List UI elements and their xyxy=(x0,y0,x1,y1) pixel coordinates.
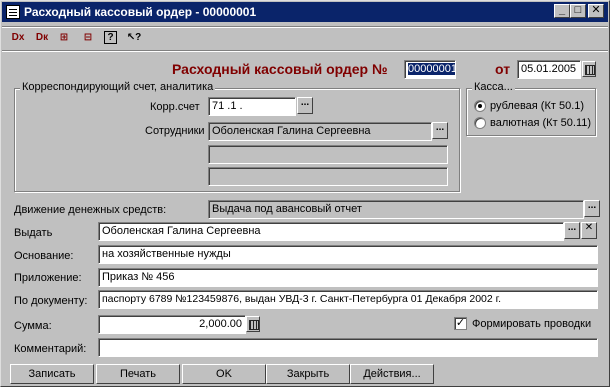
document-date-field[interactable]: 05.01.2005 xyxy=(517,60,581,79)
close-button[interactable]: Закрыть xyxy=(266,364,350,384)
document-number-value: 00000001 xyxy=(408,63,456,75)
issue-clear-button[interactable]: ✕ xyxy=(581,222,597,239)
kassa-group-title: Касса... xyxy=(472,81,515,93)
sum-field[interactable]: 2,000.00 xyxy=(98,315,246,334)
comment-label: Комментарий: xyxy=(14,343,87,355)
corr-account-field[interactable]: 71 .1 . xyxy=(208,97,296,116)
basis-field[interactable]: на хозяйственные нужды xyxy=(98,245,598,264)
calendar-icon[interactable] xyxy=(582,61,596,77)
postings-label[interactable]: Формировать проводки xyxy=(472,318,591,330)
employees-field[interactable]: Оболенская Галина Сергеевна xyxy=(208,122,432,141)
attachment-label: Приложение: xyxy=(14,272,82,284)
toolbar-bottom-separator xyxy=(2,50,608,52)
actions-button[interactable]: Действия... xyxy=(350,364,434,384)
kassa-ruble-radio[interactable] xyxy=(474,100,486,112)
kassa-currency-radio[interactable] xyxy=(474,117,486,129)
basis-label: Основание: xyxy=(14,250,74,262)
document-number-field[interactable]: 00000001 xyxy=(404,60,456,79)
whatsthis-icon[interactable]: ↖? xyxy=(124,30,144,46)
window-title: Расходный кассовый ордер - 00000001 xyxy=(24,5,257,19)
corr-group-title: Корреспондирующий счет, аналитика xyxy=(20,81,216,93)
close-window-button[interactable]: ✕ xyxy=(588,4,604,18)
help-icon[interactable]: ? xyxy=(104,31,117,44)
corr-account-select-button[interactable]: ... xyxy=(297,97,313,114)
dk-icon[interactable]: Dк xyxy=(34,30,50,46)
analytics-field-2[interactable] xyxy=(208,145,448,164)
issue-field[interactable]: Оболенская Галина Сергеевна xyxy=(98,222,564,241)
document-label: По документу: xyxy=(14,295,88,307)
struct-icon[interactable]: ⊞ xyxy=(56,30,72,46)
calculator-icon[interactable] xyxy=(246,316,260,332)
date-label: от xyxy=(495,61,511,77)
document-field[interactable]: паспорту 6789 №123459876, выдан УВД-3 г.… xyxy=(98,290,598,309)
corr-account-label: Корр.счет xyxy=(150,101,200,113)
sum-label: Сумма: xyxy=(14,320,52,332)
dx-delete-icon[interactable]: Dx xyxy=(10,30,26,46)
comment-field[interactable] xyxy=(98,338,598,357)
ok-button[interactable]: OK xyxy=(182,364,266,384)
write-button[interactable]: Записать xyxy=(10,364,94,384)
toolbar-top-separator xyxy=(2,26,608,28)
attachment-field[interactable]: Приказ № 456 xyxy=(98,268,598,287)
maximize-button[interactable]: □ xyxy=(570,4,586,18)
document-icon xyxy=(6,5,20,19)
minimize-button[interactable]: _ xyxy=(554,4,570,18)
kassa-ruble-label[interactable]: рублевая (Кт 50.1) xyxy=(490,100,584,112)
issue-label: Выдать xyxy=(14,227,53,239)
analytics-field-3[interactable] xyxy=(208,167,448,186)
employees-label: Сотрудники xyxy=(145,125,205,137)
movement-label: Движение денежных средств: xyxy=(14,204,167,216)
document-heading: Расходный кассовый ордер № xyxy=(172,61,388,77)
tree-icon[interactable]: ⊟ xyxy=(80,30,96,46)
movement-field[interactable]: Выдача под авансовый отчет xyxy=(208,200,584,219)
employees-select-button[interactable]: ... xyxy=(432,122,448,139)
movement-select-button[interactable]: ... xyxy=(584,200,600,217)
kassa-currency-label[interactable]: валютная (Кт 50.11) xyxy=(490,117,591,129)
print-button[interactable]: Печать xyxy=(96,364,180,384)
postings-checkbox[interactable]: ✓ xyxy=(454,317,467,330)
issue-select-button[interactable]: ... xyxy=(564,222,580,239)
title-bar[interactable]: Расходный кассовый ордер - 00000001 xyxy=(2,2,608,22)
